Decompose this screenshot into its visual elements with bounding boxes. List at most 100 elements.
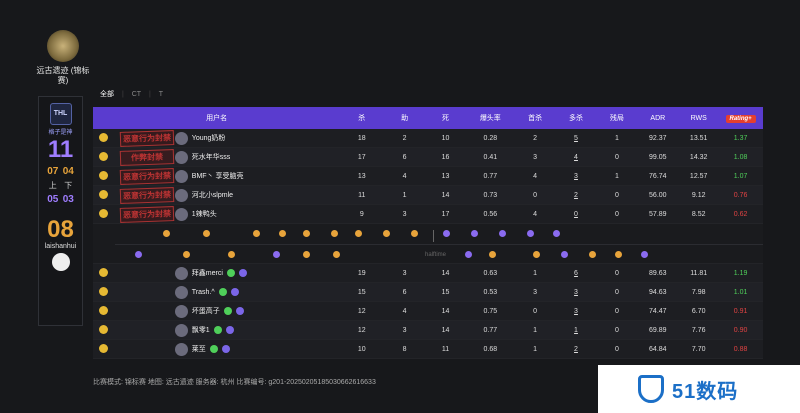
tab-ct[interactable]: CT [132,91,141,98]
headshot-rate: 0.77 [483,172,498,180]
multi-kills[interactable]: 5 [555,135,598,142]
player-name[interactable]: 坏蛋高子 [174,304,341,318]
headshot-rate: 0.77 [483,326,498,334]
player-name[interactable]: 飘零1 [174,323,341,337]
avatar[interactable] [174,304,188,318]
round-icon [615,251,622,258]
rws: 13.51 [689,134,708,142]
first-kills: 4 [533,210,538,218]
player-name[interactable]: 死水年华sss [174,150,341,164]
clutches: 0 [614,345,619,353]
multi-kills[interactable]: 2 [555,192,598,199]
player-name[interactable]: 河北小slpmle [174,188,341,202]
rating: 0.91 [733,307,748,315]
round-icon [303,230,310,237]
table-row[interactable]: 恶意行为封禁 河北小slpmle 11 1 14 0.73 0 2 0 56.0… [93,186,763,205]
header-headshot-rate[interactable]: 爆头率 [465,113,516,123]
avatar[interactable] [174,169,188,183]
ban-stamp-label: 作弊封禁 [120,149,175,166]
adr: 74.47 [649,307,667,315]
multi-kills[interactable]: 1 [555,327,598,334]
round-icon [641,251,648,258]
multi-kills[interactable]: 3 [555,308,598,315]
table-row[interactable]: 恶意行为封禁 BMF丶 享受脑壳 13 4 13 0.77 4 3 1 76.7… [93,167,763,186]
header-rating[interactable]: Rating+ [718,114,763,123]
player-name[interactable]: 1辣鸭头 [174,207,341,221]
header-assists[interactable]: 助 [383,113,426,123]
header-deaths[interactable]: 死 [426,113,465,123]
team1-name: 格子是神 [48,130,73,136]
rws: 9.12 [691,191,706,199]
player-name[interactable]: Young奶粉 [174,131,341,145]
team2-half2: 03 [62,194,74,205]
team1-rows: 恶意行为封禁 Young奶粉 18 2 10 0.28 2 5 1 92.37 … [93,129,763,224]
deaths: 13 [441,172,450,180]
header-kills[interactable]: 杀 [340,113,383,123]
rank-icon [235,307,244,315]
adr: 57.89 [649,210,667,218]
round-timeline: halftime [93,224,763,264]
multi-kills[interactable]: 4 [555,154,598,161]
tab-all[interactable]: 全部 [100,91,114,98]
table-row[interactable]: 飘零1 12 3 14 0.77 1 1 0 69.89 7.76 0.90 [93,321,763,340]
header-rws[interactable]: RWS [679,115,718,122]
multi-kills[interactable]: 6 [555,270,598,277]
kills: 18 [357,134,366,142]
kills: 19 [357,269,366,277]
header-multi-kills[interactable]: 多杀 [555,113,598,123]
table-row[interactable]: 恶意行为封禁 Young奶粉 18 2 10 0.28 2 5 1 92.37 … [93,129,763,148]
first-kills: 0 [533,307,538,315]
team2-half1: 04 [62,166,74,177]
table-row[interactable]: 作弊封禁 死水年华sss 17 6 16 0.41 3 4 0 99.05 14… [93,148,763,167]
assists: 3 [402,210,407,218]
round-icon [333,251,340,258]
player-name[interactable]: 莱至 [174,342,341,356]
rws: 12.57 [689,172,708,180]
watermark-text: 51数码 [672,380,739,403]
emoji-icon [93,343,114,355]
tab-t[interactable]: T [159,91,163,98]
round-icon [553,230,560,237]
avatar[interactable] [174,188,188,202]
avatar[interactable] [174,207,188,221]
kills: 10 [357,345,366,353]
emoji-icon [93,151,114,163]
halftime-divider [433,230,434,242]
side-tabs: 全部 | CT | T [100,91,163,98]
avatar[interactable] [174,342,188,356]
round-icon [303,251,310,258]
table-row[interactable]: 拜鑫merci 19 3 14 0.63 1 6 0 89.63 11.81 1… [93,264,763,283]
emoji-icon [93,267,114,279]
table-row[interactable]: 恶意行为封禁 1辣鸭头 9 3 17 0.56 4 0 0 57.89 8.52… [93,205,763,224]
avatar[interactable] [174,323,188,337]
player-name[interactable]: BMF丶 享受脑壳 [174,169,341,183]
avatar[interactable] [174,150,188,164]
header-clutches[interactable]: 残局 [597,113,636,123]
multi-kills[interactable]: 3 [555,173,598,180]
avatar[interactable] [174,131,188,145]
verified-icon [226,269,235,277]
kills: 12 [357,307,366,315]
header-first-kills[interactable]: 首杀 [516,113,555,123]
avatar[interactable] [174,266,188,280]
avatar[interactable] [174,285,188,299]
first-kills: 3 [533,153,538,161]
player-name[interactable]: 拜鑫merci [174,266,341,280]
player-name[interactable]: Trash.^ [174,285,341,299]
table-row[interactable]: 坏蛋高子 12 4 14 0.75 0 3 0 74.47 6.70 0.91 [93,302,763,321]
round-icon [561,251,568,258]
deaths: 10 [441,134,450,142]
table-row[interactable]: Trash.^ 15 6 15 0.53 3 3 0 94.63 7.98 1.… [93,283,763,302]
multi-kills[interactable]: 0 [555,211,598,218]
player-name-label: 坏蛋高子 [191,308,220,315]
rating: 0.90 [733,326,748,334]
ban-stamp-label: 恶意行为封禁 [120,130,175,147]
first-kills: 1 [533,326,538,334]
table-row[interactable]: 莱至 10 8 11 0.68 1 2 0 64.84 7.70 0.88 [93,340,763,359]
multi-kills[interactable]: 3 [555,289,598,296]
adr: 92.37 [649,134,667,142]
kills: 9 [359,210,364,218]
header-adr[interactable]: ADR [636,115,679,122]
watermark: 51数码 [598,365,800,413]
multi-kills[interactable]: 2 [555,346,598,353]
